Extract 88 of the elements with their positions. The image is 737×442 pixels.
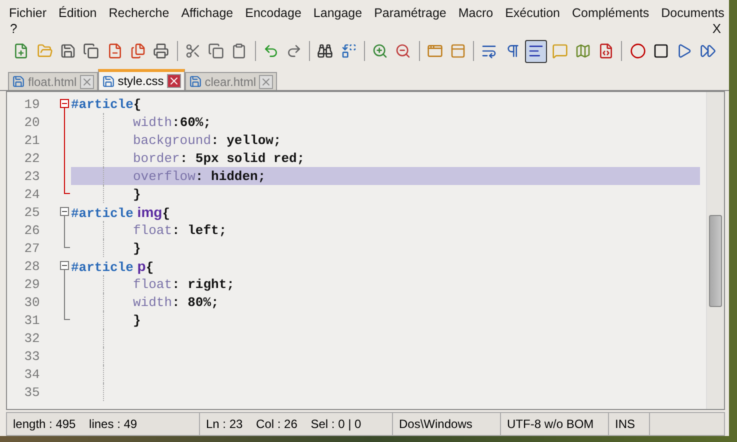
code-line: width: 80%;: [133, 294, 219, 310]
menu-item[interactable]: Paramétrage: [367, 4, 452, 22]
tab-label: style.css: [118, 74, 164, 88]
fast-forward-icon: [700, 43, 716, 59]
status-field: Ln : 23 Col : 26 Sel : 0 | 0: [200, 413, 393, 435]
zoom-out-icon: [395, 43, 412, 59]
line-number: 32: [23, 330, 41, 346]
code-line: overflow: hidden;: [133, 168, 266, 184]
scrollbar[interactable]: [706, 92, 724, 409]
line-number: 20: [23, 114, 41, 130]
wrap-text-icon: [481, 43, 498, 59]
line-number: 34: [23, 366, 41, 382]
map-icon: [574, 43, 591, 59]
menu-item[interactable]: ?: [10, 21, 18, 36]
print-icon: [153, 43, 170, 59]
fold-toggle[interactable]: [60, 99, 69, 108]
code-line: background: yellow;: [133, 132, 282, 148]
cut-icon: [184, 43, 201, 59]
menu-item[interactable]: Compléments: [565, 4, 654, 22]
new-file-icon: [13, 43, 30, 59]
close-document-button[interactable]: X: [712, 22, 721, 36]
menu-item[interactable]: Macro: [451, 4, 498, 22]
line-number: 29: [23, 276, 41, 292]
menu-item[interactable]: Exécution: [498, 4, 565, 22]
close-icon[interactable]: [80, 74, 94, 88]
fold-toggle[interactable]: [60, 261, 69, 270]
line-number: 33: [23, 348, 41, 364]
toolbar-button[interactable]: [525, 40, 548, 62]
tab-label: clear.html: [204, 74, 256, 88]
menu-item[interactable]: Recherche: [102, 4, 174, 22]
code-line: #article{: [71, 96, 142, 112]
scroll-thumb[interactable]: [709, 215, 722, 307]
menu-item[interactable]: Langage: [306, 4, 368, 22]
line-number: 28: [23, 258, 41, 274]
menu-item[interactable]: Encodage: [238, 4, 306, 22]
save-icon: [60, 43, 76, 59]
copy-icon: [208, 43, 224, 59]
code-line: float: right;: [133, 276, 234, 292]
open-folder-icon: [36, 43, 53, 59]
menu-item[interactable]: Édition: [52, 4, 102, 22]
replace-icon: [340, 43, 357, 59]
speech-bubble-icon: [552, 43, 568, 59]
paste-icon: [231, 43, 248, 59]
line-number: 19: [23, 96, 41, 112]
close-file-icon: [106, 43, 123, 59]
status-field: INS: [609, 413, 650, 435]
code-line: }: [133, 240, 141, 256]
play-icon: [676, 43, 692, 59]
menu-item[interactable]: Fichier: [2, 4, 52, 22]
status-field: length : 495 lines : 49: [7, 413, 200, 435]
window-icon: [450, 43, 466, 59]
line-number: 22: [23, 150, 41, 166]
code-editor[interactable]: [6, 91, 725, 410]
window-icon: [426, 43, 443, 59]
close-icon[interactable]: [259, 74, 274, 88]
tab-label: float.html: [28, 74, 77, 88]
stop-icon: [652, 43, 669, 59]
line-number: 35: [23, 384, 41, 400]
line-number: 31: [23, 312, 41, 328]
code-line: }: [133, 186, 141, 202]
status-field: Dos\Windows: [393, 413, 501, 435]
line-number: 25: [23, 204, 41, 220]
undo-icon: [262, 43, 279, 59]
line-number: 21: [23, 132, 41, 148]
code-line: #article img{: [71, 204, 170, 220]
fold-toggle[interactable]: [60, 207, 69, 216]
line-number: 23: [23, 168, 41, 184]
menu-item[interactable]: Affichage: [174, 4, 238, 22]
file-tab[interactable]: style.css: [98, 69, 185, 90]
find-icon: [317, 43, 334, 59]
code-line: float: left;: [133, 222, 227, 238]
record-icon: [630, 43, 646, 59]
line-number: 30: [23, 294, 41, 310]
code-line: }: [133, 312, 141, 328]
code-line: border: 5px solid red;: [133, 150, 305, 166]
code-file-icon: [598, 43, 614, 59]
indent-guide-icon: [528, 43, 544, 59]
menu-item[interactable]: Documents: [654, 4, 729, 22]
code-line: #article p{: [71, 258, 154, 274]
line-number: 27: [23, 240, 41, 256]
line-number: 26: [23, 222, 41, 238]
redo-icon: [286, 43, 302, 59]
pilcrow-icon: [504, 43, 521, 59]
line-number: 24: [23, 186, 41, 202]
code-line: width:60%;: [133, 114, 212, 130]
close-icon[interactable]: [166, 74, 181, 88]
status-field: UTF-8 w/o BOM: [501, 413, 609, 435]
zoom-in-icon: [372, 43, 388, 59]
